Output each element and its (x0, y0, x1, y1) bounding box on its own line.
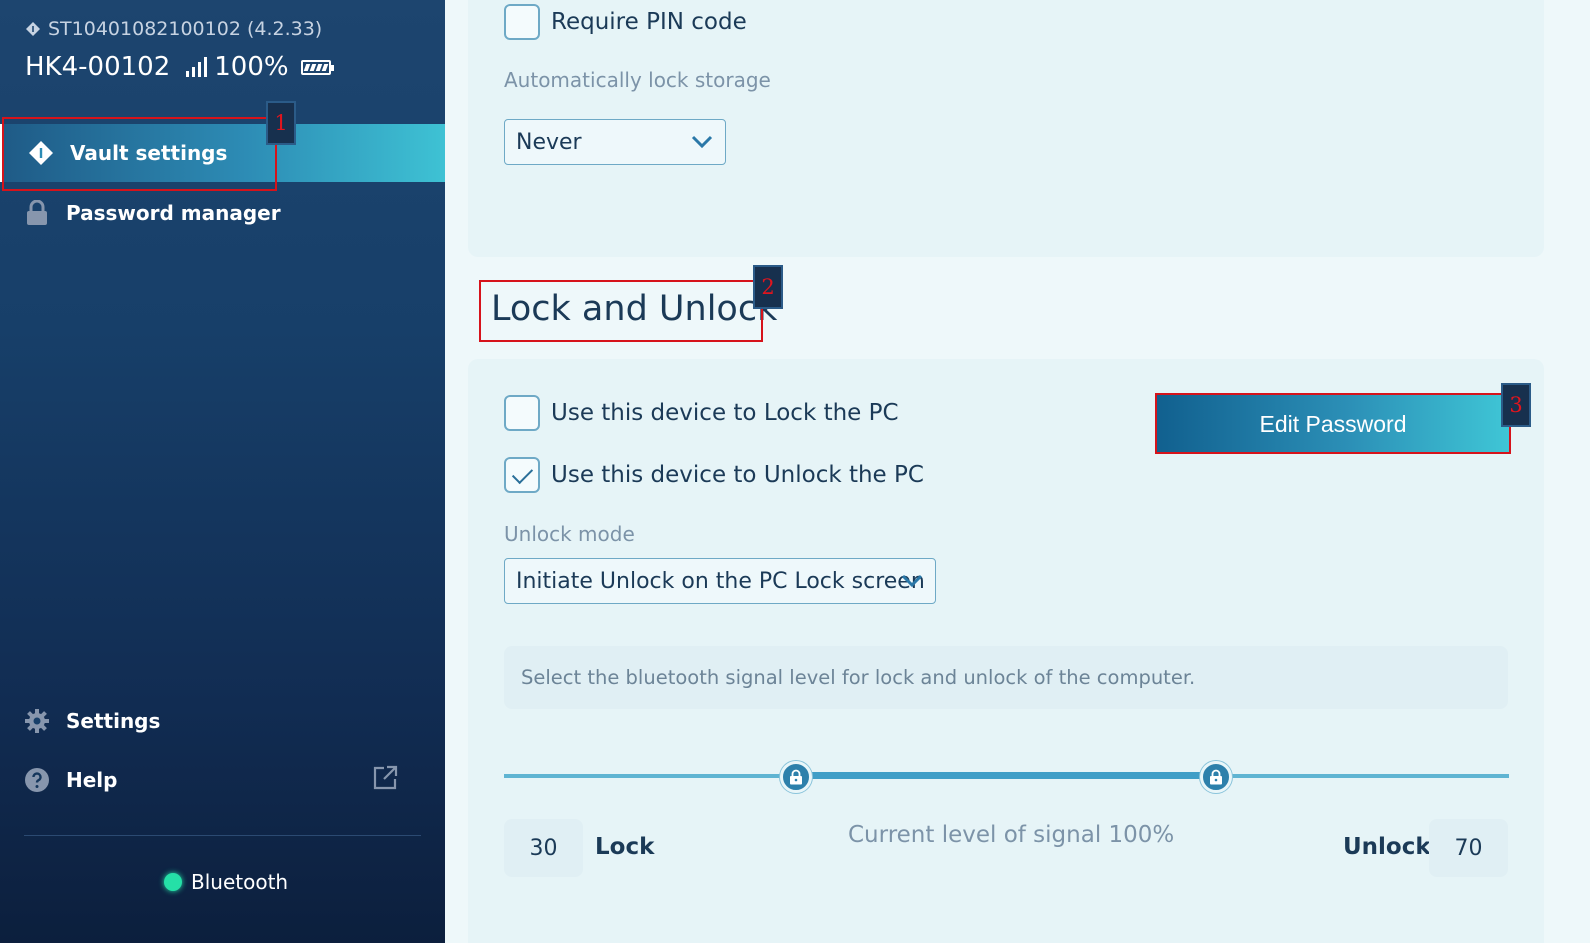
annotation-box-3 (1155, 393, 1511, 454)
require-pin-checkbox[interactable] (504, 4, 540, 40)
unlock-mode-select[interactable]: Initiate Unlock on the PC Lock screen (504, 558, 936, 604)
connection-indicator (164, 873, 182, 891)
unlock-value: 70 (1454, 835, 1483, 861)
unlock-value-box[interactable]: 70 (1429, 819, 1508, 877)
unlock-pc-checkbox[interactable] (504, 457, 540, 493)
external-link-icon[interactable] (372, 765, 398, 791)
current-signal-text: Current level of signal 100% (848, 822, 1175, 848)
lock-icon (24, 200, 50, 226)
battery-icon (300, 59, 334, 75)
unlock-mode-value: Initiate Unlock on the PC Lock screen (516, 568, 925, 594)
bluetooth-status: Bluetooth (164, 870, 288, 894)
device-id-text: ST10401082100102 (4.2.33) (48, 18, 323, 40)
sidebar-item-password-manager[interactable]: Password manager (0, 184, 445, 242)
lock-label: Lock (595, 834, 655, 860)
sidebar-item-label: Password manager (66, 201, 281, 225)
lock-pc-checkbox[interactable] (504, 395, 540, 431)
annotation-tag-2: 2 (753, 265, 783, 309)
unlock-slider-handle[interactable] (1200, 761, 1232, 793)
sidebar-item-label: Help (66, 768, 118, 792)
sidebar-item-label: Settings (66, 709, 161, 733)
auto-lock-select[interactable]: Never (504, 119, 726, 165)
auto-lock-label: Automatically lock storage (504, 68, 771, 92)
signal-slider-range (796, 772, 1216, 779)
sidebar-item-settings[interactable]: Settings (0, 692, 445, 750)
chevron-down-icon (691, 135, 713, 149)
gear-icon (24, 708, 50, 734)
battery-percent: 100% (214, 52, 289, 82)
lock-icon (1210, 769, 1222, 785)
lock-slider-handle[interactable] (780, 761, 812, 793)
sidebar-divider (24, 835, 421, 836)
device-name: HK4-00102 (25, 52, 171, 82)
vault-diamond-icon (26, 22, 40, 36)
device-id: ST10401082100102 (4.2.33) (26, 18, 322, 40)
unlock-label: Unlock (1343, 834, 1431, 860)
device-status: HK4-00102 100% (25, 52, 334, 82)
lock-pc-label: Use this device to Lock the PC (551, 400, 899, 426)
require-pin-label: Require PIN code (551, 9, 747, 35)
unlock-mode-label: Unlock mode (504, 522, 635, 546)
chevron-down-icon (901, 574, 923, 588)
auto-lock-value: Never (516, 129, 582, 155)
lock-value-box[interactable]: 30 (504, 819, 583, 877)
lock-icon (790, 769, 802, 785)
annotation-box-1 (2, 117, 277, 191)
annotation-box-2 (479, 280, 763, 342)
signal-icon (186, 57, 208, 77)
lock-value: 30 (529, 835, 558, 861)
signal-info-box: Select the bluetooth signal level for lo… (504, 646, 1508, 709)
annotation-tag-3: 3 (1501, 383, 1531, 427)
help-icon (24, 767, 50, 793)
unlock-pc-label: Use this device to Unlock the PC (551, 462, 924, 488)
signal-info-text: Select the bluetooth signal level for lo… (521, 666, 1196, 689)
connection-label: Bluetooth (191, 870, 289, 894)
annotation-tag-1: 1 (266, 101, 296, 145)
